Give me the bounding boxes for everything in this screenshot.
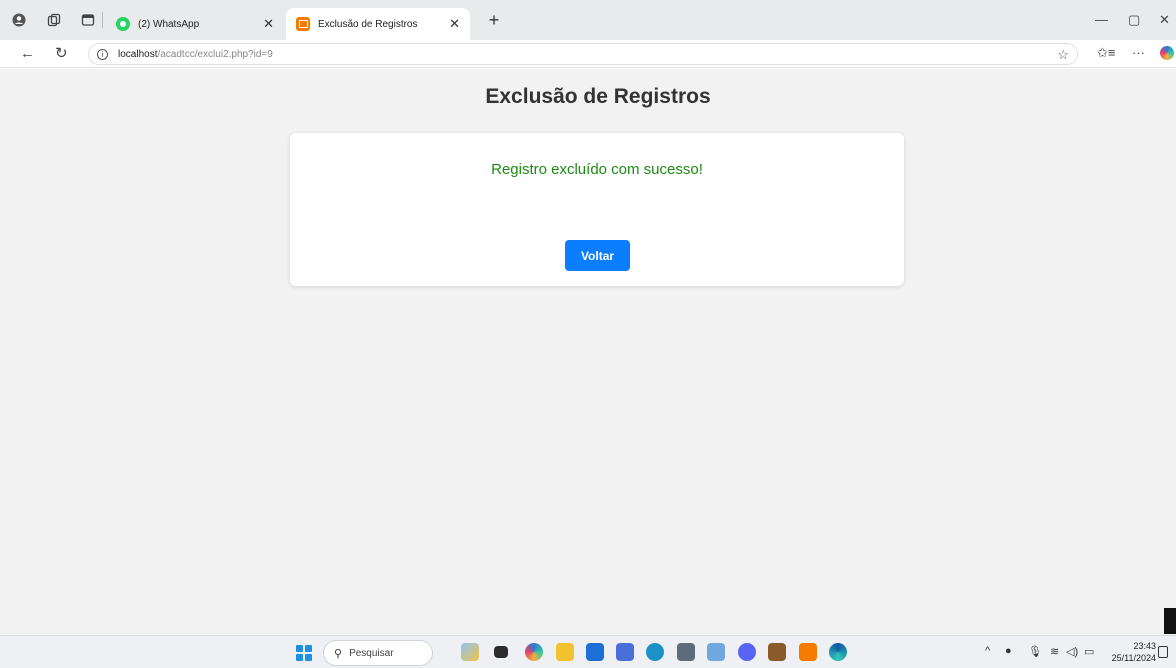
copilot-icon[interactable] xyxy=(1160,46,1174,60)
url-path: /acadtcc/exclui2.php?id=9 xyxy=(157,48,273,60)
copilot-app-icon[interactable] xyxy=(525,643,543,661)
refresh-icon[interactable]: ↻ xyxy=(55,45,68,63)
address-bar[interactable]: i localhost/acadtcc/exclui2.php?id=9 ☆ xyxy=(88,43,1078,65)
system-clock[interactable]: 23:43 25/11/2024 xyxy=(1104,640,1156,664)
tray-app-icon[interactable]: ● xyxy=(1005,645,1012,657)
taskbar: ⚲ Pesquisar ^ ● 🎙 ≋ ◁) ▭ 23:43 25/11/202… xyxy=(0,635,1176,668)
tab-separator xyxy=(102,12,103,28)
whatsapp-icon xyxy=(116,17,130,31)
clock-date: 25/11/2024 xyxy=(1111,653,1156,663)
close-icon[interactable]: ✕ xyxy=(449,16,460,32)
edge-icon[interactable] xyxy=(829,643,847,661)
info-icon[interactable]: i xyxy=(97,48,108,60)
visual-studio-icon[interactable] xyxy=(616,643,634,661)
favorite-star-icon[interactable]: ☆ xyxy=(1057,47,1069,63)
xampp-taskbar-icon[interactable] xyxy=(799,643,817,661)
restore-button[interactable]: ▢ xyxy=(1128,12,1140,28)
taskbar-search[interactable]: ⚲ Pesquisar xyxy=(323,640,433,666)
browser-toolbar: ← ↻ i localhost/acadtcc/exclui2.php?id=9… xyxy=(0,40,1176,68)
close-icon[interactable]: ✕ xyxy=(263,16,274,32)
battery-icon[interactable]: ▭ xyxy=(1084,645,1094,658)
file-explorer-icon[interactable] xyxy=(556,643,574,661)
microphone-icon[interactable]: 🎙 xyxy=(1028,645,1042,658)
success-message: Registro excluído com sucesso! xyxy=(491,161,703,178)
overlay-widget[interactable] xyxy=(1164,608,1176,634)
back-button[interactable]: Voltar xyxy=(565,240,630,271)
tray-overflow-icon[interactable]: ^ xyxy=(985,645,990,657)
new-tab-button[interactable]: + xyxy=(484,10,504,31)
outlook-icon[interactable] xyxy=(646,643,664,661)
tab-actions-icon[interactable] xyxy=(81,13,95,27)
result-card: Registro excluído com sucesso! Voltar xyxy=(290,133,904,286)
tab-label: Exclusão de Registros xyxy=(318,18,418,30)
photos-icon[interactable] xyxy=(707,643,725,661)
page-viewport: Exclusão de Registros Registro excluído … xyxy=(0,69,1176,635)
minecraft-icon[interactable] xyxy=(768,643,786,661)
search-placeholder: Pesquisar xyxy=(349,647,394,659)
search-icon: ⚲ xyxy=(334,647,343,660)
url-host: localhost xyxy=(118,48,158,60)
windows-start-icon[interactable] xyxy=(296,645,312,661)
close-window-button[interactable]: ✕ xyxy=(1159,12,1170,28)
store-icon[interactable] xyxy=(586,643,604,661)
wifi-icon[interactable]: ≋ xyxy=(1050,645,1059,658)
widgets-icon[interactable] xyxy=(461,643,479,661)
clock-time: 23:43 xyxy=(1133,641,1156,651)
tab-exclusao[interactable]: Exclusão de Registros ✕ xyxy=(286,8,470,40)
task-view-icon[interactable] xyxy=(494,646,508,658)
tab-label: (2) WhatsApp xyxy=(138,18,200,30)
minimize-button[interactable]: — xyxy=(1095,12,1108,27)
xampp-icon xyxy=(296,17,310,31)
profile-icon[interactable] xyxy=(12,13,26,27)
more-options-icon[interactable]: ··· xyxy=(1132,45,1145,60)
volume-icon[interactable]: ◁) xyxy=(1066,645,1078,658)
discord-icon[interactable] xyxy=(738,643,756,661)
favorites-icon[interactable]: ✩≡ xyxy=(1097,45,1115,61)
tab-whatsapp[interactable]: (2) WhatsApp ✕ xyxy=(106,8,284,40)
page-title: Exclusão de Registros xyxy=(485,85,711,108)
notification-icon[interactable] xyxy=(1158,646,1168,658)
back-arrow-icon[interactable]: ← xyxy=(20,45,35,63)
workspaces-icon[interactable] xyxy=(47,13,61,27)
browser-tab-bar: (2) WhatsApp ✕ Exclusão de Registros ✕ +… xyxy=(0,0,1176,40)
app-icon[interactable] xyxy=(677,643,695,661)
